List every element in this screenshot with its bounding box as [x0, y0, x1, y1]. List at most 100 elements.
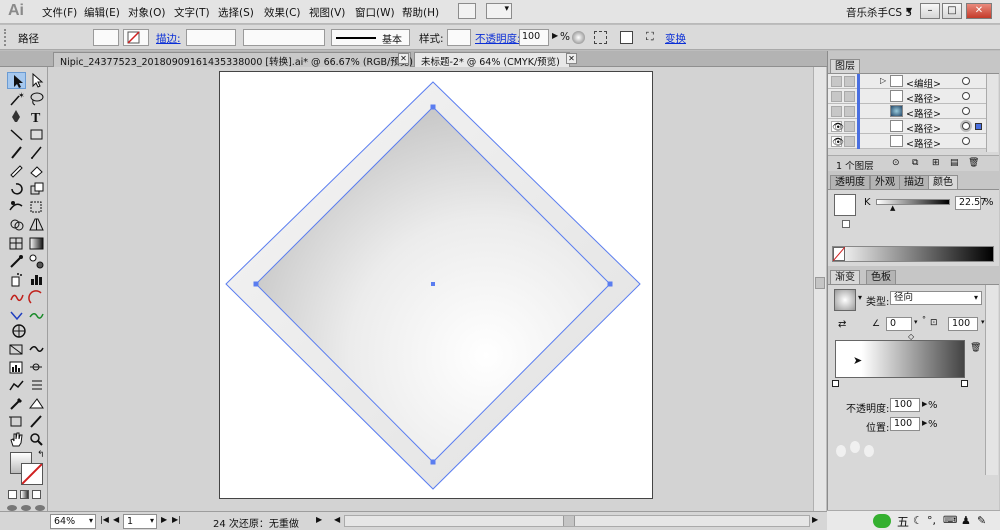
lock-toggle[interactable] [844, 76, 855, 87]
layer-row[interactable]: ▷ <编组> [828, 74, 993, 90]
tab-transparency[interactable]: 透明度 [830, 175, 870, 189]
trash-icon[interactable]: 🗑 [968, 158, 979, 168]
close-icon[interactable]: ✕ [398, 53, 409, 64]
hand-tool-icon[interactable] [7, 431, 26, 448]
menu-effect[interactable]: 效果(C) [264, 5, 301, 21]
chart-tool-icon[interactable] [7, 359, 26, 376]
vertical-scrollbar[interactable] [813, 67, 826, 511]
tab-layers[interactable]: 图层 [830, 59, 860, 73]
new-sublayer-icon[interactable]: ⊞ [932, 158, 940, 168]
hand-eyedropper-icon[interactable] [7, 395, 26, 412]
layers-scrollbar[interactable] [986, 74, 998, 152]
layer-name[interactable]: <编组> [906, 76, 941, 90]
opacity-link[interactable]: 不透明度: [475, 31, 521, 46]
line-tool-icon[interactable] [7, 126, 26, 143]
measure-tool-icon[interactable] [27, 395, 46, 412]
status-menu-icon[interactable]: ▶ [316, 515, 322, 524]
envelope-tool-icon[interactable] [27, 341, 46, 358]
fill-swatch[interactable] [93, 29, 119, 46]
artboard[interactable] [219, 71, 653, 499]
transform-link[interactable]: 变换 [665, 31, 686, 46]
blend-tool-icon[interactable] [27, 253, 46, 270]
scroll-thumb[interactable] [815, 277, 825, 289]
target-icon[interactable] [962, 122, 970, 130]
layer-name[interactable]: <路径> [906, 136, 941, 150]
tab-appearance[interactable]: 外观 [870, 175, 900, 189]
symbol-tool-icon[interactable] [7, 341, 26, 358]
tab-stroke[interactable]: 描边 [899, 175, 929, 189]
zoom-field[interactable]: 64% ▾ [50, 514, 96, 529]
pencil-tool-icon[interactable] [27, 144, 46, 161]
stop-location-field[interactable]: 100 [890, 417, 920, 431]
workspace-name[interactable]: 音乐杀手CS 5 [846, 5, 912, 20]
visibility-toggle[interactable] [831, 76, 842, 87]
scale-tool-icon[interactable] [27, 180, 46, 197]
list-tool-icon[interactable] [27, 377, 46, 394]
eraser-tool-icon[interactable] [27, 162, 46, 179]
target-icon[interactable] [962, 77, 970, 85]
lock-toggle[interactable] [844, 121, 855, 132]
clipping-mask-icon[interactable]: ⧉ [912, 158, 918, 168]
target-icon[interactable] [962, 92, 970, 100]
gradient-tool-icon[interactable] [27, 235, 46, 252]
rotate-tool-icon[interactable] [7, 180, 26, 197]
stroke-weight-field[interactable] [186, 29, 236, 46]
anchor-point-bottom[interactable] [430, 459, 436, 465]
menu-file[interactable]: 文件(F) [42, 5, 77, 21]
swap-icon[interactable]: ↰ [37, 450, 45, 460]
k-slider[interactable] [876, 199, 950, 205]
scroll-right-icon[interactable]: ▶ [812, 515, 818, 524]
slice-tool-icon[interactable] [27, 289, 46, 306]
reshape-tool-icon[interactable] [27, 307, 46, 324]
anchor-point-top[interactable] [430, 104, 436, 110]
column-graph-tool-icon[interactable] [27, 271, 46, 288]
locate-object-icon[interactable]: ⊙ [892, 158, 900, 168]
knife-tool-icon[interactable] [27, 413, 46, 430]
direct-selection-tool-icon[interactable] [27, 72, 46, 89]
anchor-point-right[interactable] [607, 281, 613, 287]
menu-view[interactable]: 视图(V) [309, 5, 345, 21]
lock-toggle[interactable] [844, 106, 855, 117]
flare-tool-icon[interactable] [27, 359, 46, 376]
layer-row[interactable]: <路径> [828, 89, 993, 105]
menu-help[interactable]: 帮助(H) [402, 5, 439, 21]
graphic-style-field[interactable] [447, 29, 471, 46]
symbol-sprayer-tool-icon[interactable] [7, 271, 26, 288]
crop-tool-icon[interactable] [7, 413, 26, 430]
target-icon[interactable] [962, 137, 970, 145]
isolate-icon[interactable] [620, 31, 633, 44]
magic-wand-tool-icon[interactable]: ✶ [7, 90, 26, 107]
artboard-field[interactable]: 1 ▾ [123, 514, 157, 529]
lock-toggle[interactable] [844, 91, 855, 102]
tab-swatches[interactable]: 色板 [866, 270, 896, 284]
close-button[interactable]: ✕ [966, 3, 992, 19]
next-artboard-icon[interactable]: ▶ [161, 515, 167, 524]
trash-icon[interactable]: 🗑 [970, 343, 981, 353]
gradient-type-select[interactable]: 径向 ▾ [890, 291, 982, 305]
selection-tool-icon[interactable] [7, 72, 26, 89]
shape-builder-tool-icon[interactable] [7, 216, 26, 233]
moon-icon[interactable]: ☾ [913, 514, 923, 527]
expand-arrow-icon[interactable]: ▷ [880, 76, 886, 85]
mesh-tool-icon[interactable] [7, 235, 26, 252]
last-artboard-icon[interactable]: ▶| [172, 515, 181, 524]
aspect-ratio-field[interactable]: 100 [948, 317, 978, 331]
layer-row[interactable]: <路径> [828, 104, 993, 120]
chevron-right-icon[interactable]: ▶ [922, 400, 927, 408]
lock-toggle[interactable] [844, 136, 855, 147]
eye-icon[interactable]: 👁 [831, 136, 844, 148]
align-icon[interactable] [594, 31, 607, 44]
new-layer-icon[interactable]: ▤ [950, 158, 959, 168]
stroke-swatch-small[interactable] [842, 220, 850, 228]
opacity-dropdown-icon[interactable]: ▶ [552, 31, 558, 40]
chevron-right-icon[interactable]: ▶ [922, 419, 927, 427]
k-value-field[interactable]: 22.57 [955, 196, 986, 210]
brush-definition-field[interactable]: 基本 [331, 29, 410, 46]
arrange-documents-icon[interactable]: ▾ [486, 3, 512, 19]
menu-type[interactable]: 文字(T) [174, 5, 210, 21]
punctuation-icon[interactable]: °, [927, 514, 936, 527]
target-icon[interactable] [962, 107, 970, 115]
reverse-gradient-icon[interactable]: ⇄ [838, 319, 846, 330]
layer-name[interactable]: <路径> [906, 121, 941, 135]
free-transform-tool-icon[interactable] [27, 198, 46, 215]
